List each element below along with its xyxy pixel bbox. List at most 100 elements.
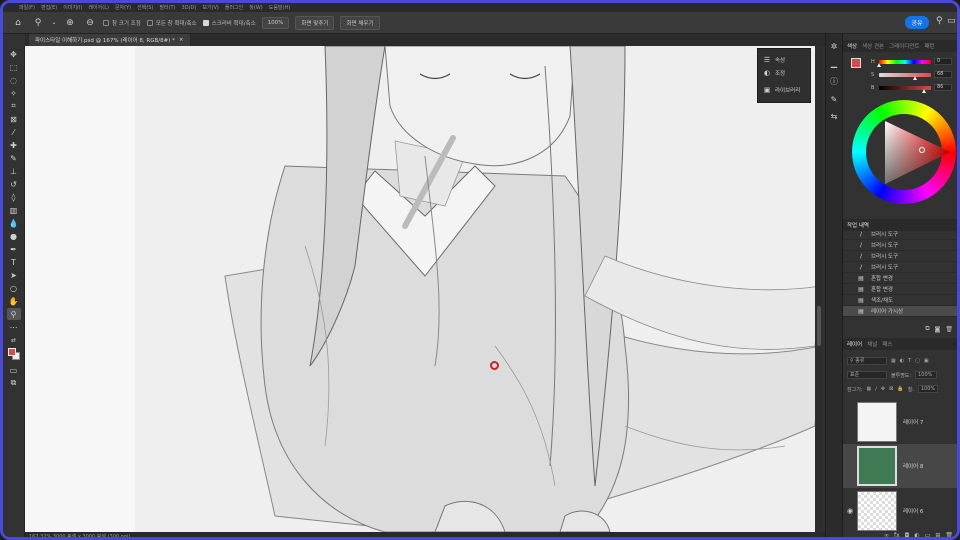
document-canvas[interactable] [25,46,821,532]
chevron-down-icon[interactable]: ⌄ [51,19,57,26]
clone-stamp-tool-icon[interactable]: ⊥ [7,165,21,177]
home-icon[interactable]: ⌂ [11,18,25,28]
path-selection-tool-icon[interactable]: ➤ [7,269,21,281]
adjust-sliders-icon[interactable]: ⇆ [831,112,838,121]
checkbox-box[interactable] [202,19,209,26]
layer-name[interactable]: 레이어 8 [903,462,923,470]
fit-screen-button[interactable]: 화면 맞추기 [295,15,335,30]
magic-wand-tool-icon[interactable]: ✧ [7,87,21,99]
zoom-out-icon[interactable]: ⊖ [83,18,97,28]
quick-mask-icon[interactable]: ▭ [7,364,21,376]
hue-slider[interactable] [877,59,931,67]
swap-colors-icon[interactable]: ⇄ [7,334,21,346]
add-mask-icon[interactable]: ◘ [905,532,910,538]
opacity-field[interactable]: 100% [915,371,938,379]
color-panel-foreground-swatch[interactable] [851,58,861,68]
menu-window[interactable]: 창(W) [249,4,262,11]
checkbox-box[interactable] [146,19,153,26]
history-item[interactable]: ▤ 혼합 변경 [843,273,957,284]
zoom-tool-icon[interactable]: ⚲ [31,18,45,28]
tab-paths[interactable]: 패스 [882,340,892,348]
zoom-all-windows-checkbox[interactable]: 모든 창 확대/축소 [146,19,197,27]
healing-brush-tool-icon[interactable]: ✚ [7,139,21,151]
scrollbar-thumb[interactable] [817,306,821,346]
menu-filter[interactable]: 필터(T) [159,4,175,11]
fill-screen-button[interactable]: 화면 채우기 [340,15,380,30]
filter-smart-object-icon[interactable]: ▣ [924,358,929,364]
blur-tool-icon[interactable]: 💧 [7,217,21,229]
zoom-in-icon[interactable]: ⊕ [63,18,77,28]
brightness-slider[interactable] [879,85,931,93]
tab-swatches[interactable]: 색상 견본 [862,42,884,50]
tab-patterns[interactable]: 패턴 [925,42,935,50]
tab-color[interactable]: 색상 [847,42,857,50]
close-icon[interactable]: × [179,37,184,43]
history-item[interactable]: ∕ 브러시 도구 [843,240,957,251]
blend-mode-select[interactable]: 표준 [847,371,887,379]
menu-edit[interactable]: 편집(E) [41,4,57,11]
canvas-vertical-scrollbar[interactable] [815,46,823,532]
eyedropper-tool-icon[interactable]: ⁄ [7,126,21,138]
layer-style-icon[interactable]: fx [894,532,900,538]
trash-icon[interactable]: 🗑 [945,532,953,538]
tab-history[interactable]: 작업 내역 [847,221,869,229]
eraser-tool-icon[interactable]: ◊ [7,191,21,203]
crop-tool-icon[interactable]: ⌗ [7,100,21,112]
filter-pixel-icon[interactable]: ▦ [891,358,896,364]
tab-gradients[interactable]: 그레이디언트 [889,42,919,50]
zoom-100-button[interactable]: 100% [261,16,290,29]
properties-panel-button[interactable]: ☰ 속성 [758,53,810,66]
info-icon[interactable]: ⓘ [830,76,838,87]
history-item-selected[interactable]: ▤ 레이어 가시성 [843,306,957,317]
history-brush-tool-icon[interactable]: ↺ [7,178,21,190]
layer-name[interactable]: 레이어 7 [903,418,923,426]
menu-3d[interactable]: 3D(D) [182,5,197,11]
saturation-value-field[interactable]: 68 [934,71,952,78]
color-triangle[interactable] [852,100,956,204]
adjustment-layer-icon[interactable]: ◐ [914,532,919,538]
lock-position-icon[interactable]: ✥ [881,386,885,392]
menu-layer[interactable]: 레이어(L) [88,4,109,11]
layer-row-selected[interactable]: 레이어 8 [843,444,957,488]
filter-type-icon[interactable]: T [908,358,911,364]
history-item[interactable]: ∕ 브러시 도구 [843,251,957,262]
libraries-panel-button[interactable]: ▣ 라이브러리 [758,83,810,96]
layer-row[interactable]: ◉ 레이어 6 [843,489,957,533]
tab-channels[interactable]: 채널 [867,340,877,348]
menu-view[interactable]: 보기(V) [202,4,219,11]
hue-value-field[interactable]: 0 [934,58,952,65]
lasso-tool-icon[interactable]: ◌ [7,74,21,86]
move-tool-icon[interactable]: ✥ [7,48,21,60]
new-layer-icon[interactable]: ⊞ [935,532,940,538]
shape-tool-icon[interactable]: ○ [7,282,21,294]
color-wheel[interactable] [852,100,956,204]
filter-adjustment-icon[interactable]: ◐ [900,358,904,364]
saturation-slider[interactable] [879,72,931,80]
type-tool-icon[interactable]: T [7,256,21,268]
gradient-tool-icon[interactable]: ▥ [7,204,21,216]
screen-mode-icon[interactable]: ⧉ [7,377,21,389]
frame-tool-icon[interactable]: ⊠ [7,113,21,125]
foreground-color-swatch[interactable] [8,348,16,356]
saturation-slider-knob[interactable] [913,75,917,80]
fill-field[interactable]: 100% [917,385,938,393]
hand-tool-icon[interactable]: ✋ [7,295,21,307]
zoom-tool-icon[interactable]: ⚲ [6,308,21,320]
link-layers-icon[interactable]: ∞ [884,532,889,538]
checkbox-box[interactable] [103,19,109,26]
layer-kind-filter[interactable]: ⚲ 종류 [847,357,887,365]
menu-image[interactable]: 이미지(I) [63,4,82,11]
hue-slider-knob[interactable] [877,62,881,67]
layer-row[interactable]: 레이어 7 [843,400,957,444]
resize-windows-checkbox[interactable]: 창 크기 조정 [103,19,141,27]
lock-artboard-icon[interactable]: ⊠ [889,386,893,392]
pen-tool-icon[interactable]: ✒ [7,243,21,255]
menu-help[interactable]: 도움말(H) [269,4,290,11]
lock-all-icon[interactable]: 🔒 [897,386,903,392]
brush-settings-icon[interactable]: ✎ [831,95,838,104]
history-item[interactable]: ▤ 혼합 변경 [843,284,957,295]
trash-icon[interactable]: 🗑 [945,326,953,333]
menu-file[interactable]: 파일(F) [19,4,35,11]
history-item[interactable]: ∕ 브러시 도구 [843,229,957,240]
group-icon[interactable]: ▭ [925,532,931,538]
